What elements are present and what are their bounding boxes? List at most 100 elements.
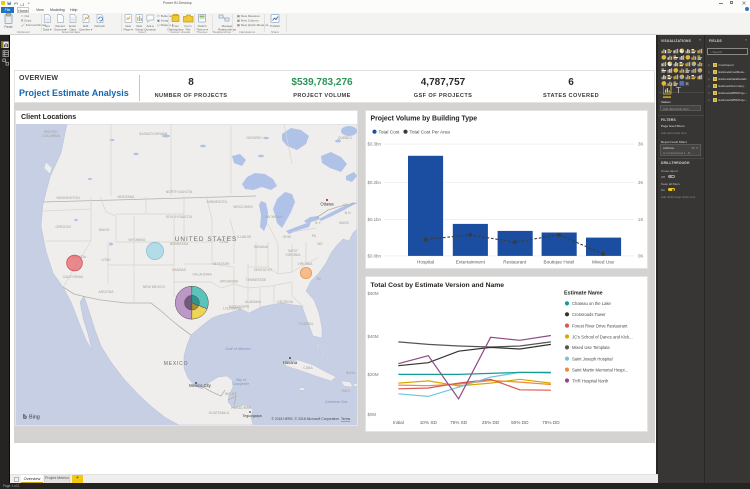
- svg-text:Caribbean Sea: Caribbean Sea: [325, 400, 348, 404]
- svg-text:b: b: [23, 413, 27, 421]
- svg-text:Initial: Initial: [393, 420, 404, 425]
- svg-text:Total Cost Per Area: Total Cost Per Area: [410, 130, 451, 135]
- svg-text:50% DD: 50% DD: [511, 420, 529, 425]
- svg-text:MD: MD: [317, 242, 323, 246]
- svg-text:QUEBEC: QUEBEC: [338, 136, 353, 140]
- svg-text:UTAH: UTAH: [102, 258, 112, 262]
- svg-text:Terms: Terms: [341, 417, 351, 421]
- svg-text:Restaurant: Restaurant: [503, 260, 527, 265]
- svg-text:FLORIDA: FLORIDA: [299, 322, 314, 326]
- svg-text:GUATEMALA: GUATEMALA: [209, 411, 230, 415]
- svg-text:MICHIGAN: MICHIGAN: [266, 215, 284, 219]
- svg-text:BELIZE: BELIZE: [225, 392, 237, 396]
- svg-text:Saint Martin Memorial Hospi...: Saint Martin Memorial Hospi...: [572, 367, 628, 372]
- svg-text:Mixed Use Template: Mixed Use Template: [572, 345, 611, 350]
- svg-text:HONDURAS: HONDURAS: [231, 406, 251, 410]
- svg-text:Total Cost: Total Cost: [379, 130, 401, 135]
- svg-text:ARIZONA: ARIZONA: [98, 290, 114, 294]
- svg-text:CUBA: CUBA: [303, 366, 313, 370]
- svg-text:Hospital: Hospital: [417, 260, 434, 265]
- svg-text:MEXICO: MEXICO: [164, 361, 189, 367]
- svg-text:GEORGIA: GEORGIA: [277, 300, 294, 304]
- svg-text:ONTARIO: ONTARIO: [246, 136, 262, 140]
- svg-text:Forest River Drive Restaurant: Forest River Drive Restaurant: [572, 323, 628, 328]
- svg-text:SC: SC: [317, 277, 322, 281]
- svg-text:OHIO: OHIO: [283, 235, 292, 239]
- svg-text:JC's School of Dance and Kick.: JC's School of Dance and Kick...: [572, 334, 633, 339]
- svg-text:Total Cost by Estimate Version: Total Cost by Estimate Version and Name: [371, 282, 505, 289]
- svg-text:ALABAMA: ALABAMA: [245, 300, 262, 304]
- svg-text:WASHINGTON: WASHINGTON: [56, 196, 80, 200]
- svg-text:HAITI: HAITI: [342, 389, 351, 393]
- svg-text:Entertainment: Entertainment: [456, 260, 486, 265]
- svg-text:IDAHO: IDAHO: [99, 228, 110, 232]
- svg-text:75% DD: 75% DD: [542, 420, 560, 425]
- svg-text:Project Volume by Building Typ: Project Volume by Building Type: [371, 116, 478, 123]
- svg-text:Boutique Hotel: Boutique Hotel: [544, 260, 575, 265]
- svg-text:PA: PA: [312, 234, 317, 238]
- svg-text:Estimate Name: Estimate Name: [564, 291, 603, 297]
- svg-text:$0.1bn: $0.1bn: [368, 217, 382, 222]
- svg-text:▦ New Measure: ▦ New Measure: [237, 14, 260, 18]
- svg-text:COLUMBIA: COLUMBIA: [42, 134, 60, 138]
- svg-text:SOUTH DAKOTA: SOUTH DAKOTA: [166, 215, 193, 219]
- svg-text:T: T: [676, 86, 681, 95]
- svg-text:MINNESOTA: MINNESOTA: [207, 200, 228, 204]
- svg-text:1K: 1K: [638, 217, 643, 222]
- svg-text:LOUISIANA: LOUISIANA: [223, 307, 242, 311]
- svg-text:VIRGINIA: VIRGINIA: [298, 262, 314, 266]
- svg-text:▭ Buttons ▾: ▭ Buttons ▾: [157, 14, 174, 18]
- svg-text:Queries ▾: Queries ▾: [79, 27, 92, 31]
- svg-text:75% SD: 75% SD: [450, 420, 468, 425]
- svg-text:$60M: $60M: [368, 291, 379, 296]
- svg-text:Saint Joseph Hospital: Saint Joseph Hospital: [572, 357, 613, 362]
- svg-text:KANSAS: KANSAS: [172, 268, 186, 272]
- svg-text:OKLAHOMA: OKLAHOMA: [192, 273, 212, 277]
- svg-text:✂ Cut: ✂ Cut: [21, 14, 29, 18]
- svg-text:NEW MEXICO: NEW MEXICO: [143, 285, 166, 289]
- svg-text:N.Y.: N.Y.: [315, 221, 321, 225]
- svg-text:NORTH DAKOTA: NORTH DAKOTA: [166, 190, 193, 194]
- svg-text:▦ New Column: ▦ New Column: [237, 19, 259, 23]
- svg-text:Tegucigalpa: Tegucigalpa: [242, 414, 261, 418]
- svg-text:INDIANA: INDIANA: [254, 245, 268, 249]
- svg-text:Data ▾: Data ▾: [43, 27, 52, 31]
- svg-text:MISSOURI: MISSOURI: [213, 262, 230, 266]
- svg-text:Publish: Publish: [270, 24, 280, 28]
- svg-text:$20M: $20M: [368, 372, 379, 377]
- svg-text:$0M: $0M: [368, 412, 377, 417]
- svg-text:Mixed Use: Mixed Use: [592, 260, 615, 265]
- svg-text:VIRGINIA: VIRGINIA: [286, 253, 302, 257]
- svg-text:UNITED STATES: UNITED STATES: [175, 236, 237, 243]
- svg-text:N.H.: N.H.: [345, 211, 352, 215]
- svg-text:Paste: Paste: [4, 25, 12, 29]
- svg-text:Crossroads Tower: Crossroads Tower: [572, 312, 606, 317]
- svg-text:Refresh: Refresh: [94, 24, 105, 28]
- svg-text:WYOMING: WYOMING: [129, 238, 146, 242]
- svg-text:KENTUCKY: KENTUCKY: [254, 268, 273, 272]
- svg-text:Mexico City: Mexico City: [189, 383, 212, 388]
- svg-text:2K: 2K: [638, 180, 643, 185]
- svg-text:THR Hospital North: THR Hospital North: [572, 378, 609, 383]
- svg-text:$0.0bn: $0.0bn: [368, 254, 382, 259]
- svg-text:Bing: Bing: [29, 415, 40, 421]
- svg-text:Gulf of Mexico: Gulf of Mexico: [225, 346, 251, 351]
- svg-text:$40M: $40M: [368, 334, 379, 339]
- svg-text:MONTANA: MONTANA: [118, 195, 135, 199]
- svg-text:VT: VT: [343, 203, 347, 207]
- svg-text:Havana: Havana: [283, 360, 298, 365]
- svg-text:ILLINOIS: ILLINOIS: [237, 235, 252, 239]
- svg-text:BAHA...: BAHA...: [346, 371, 357, 375]
- svg-text:$0.2bn: $0.2bn: [368, 180, 382, 185]
- svg-text:TENNESSEE: TENNESSEE: [246, 278, 267, 282]
- svg-text:Page ▾: Page ▾: [124, 27, 134, 31]
- svg-text:MASS: MASS: [339, 221, 349, 225]
- svg-text:ARKANSAS: ARKANSAS: [220, 280, 239, 284]
- svg-text:$0.3bn: $0.3bn: [368, 142, 382, 147]
- svg-text:⧉ Copy: ⧉ Copy: [21, 19, 32, 23]
- svg-text:25% DD: 25% DD: [482, 420, 500, 425]
- svg-text:0K: 0K: [638, 254, 643, 259]
- svg-text:Chateau on the Lake: Chateau on the Lake: [572, 301, 612, 306]
- svg-text:Ottawa: Ottawa: [320, 202, 334, 207]
- svg-text:SASKATCHEWAN: SASKATCHEWAN: [139, 132, 168, 136]
